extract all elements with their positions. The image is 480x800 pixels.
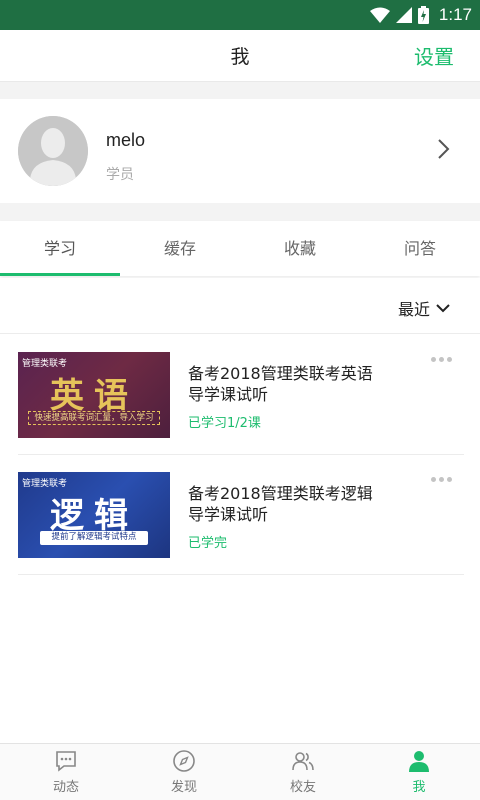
bottom-nav-label: 我 xyxy=(412,780,426,795)
tab-bar: 学习 缓存 收藏 问答 xyxy=(0,221,480,276)
sort-row: 最近 xyxy=(0,278,480,334)
chat-icon xyxy=(56,751,76,772)
settings-button[interactable]: 设置 xyxy=(414,41,454,70)
thumbnail-subtitle: 提前了解逻辑考试特点 xyxy=(40,531,148,545)
profile-role: 学员 xyxy=(106,167,134,183)
section-gap xyxy=(0,203,480,221)
course-progress: 已学完 xyxy=(188,536,228,551)
signal-icon xyxy=(395,7,412,23)
more-icon[interactable] xyxy=(431,357,452,362)
bottom-nav-label: 发现 xyxy=(170,780,197,795)
tab-indicator xyxy=(0,273,120,276)
chevron-down-icon xyxy=(436,303,450,312)
bottom-nav-alumni[interactable]: 校友 xyxy=(243,744,363,800)
thumbnail-title: 英语 xyxy=(50,376,138,416)
bottom-nav-feed[interactable]: 动态 xyxy=(6,744,126,800)
wifi-icon xyxy=(369,7,390,23)
tab-cache[interactable]: 缓存 xyxy=(120,221,240,276)
bottom-nav-discover[interactable]: 发现 xyxy=(124,744,244,800)
friends-icon xyxy=(292,752,314,771)
tab-qa[interactable]: 问答 xyxy=(360,221,480,276)
avatar[interactable] xyxy=(18,116,88,186)
chevron-right-icon xyxy=(438,139,450,159)
bottom-nav-label: 动态 xyxy=(52,780,79,795)
course-title[interactable]: 备考2018管理类联考英语导学课试听 xyxy=(188,363,388,405)
sort-dropdown[interactable]: 最近 xyxy=(398,296,450,320)
course-thumbnail[interactable]: 管理类联考 逻辑 提前了解逻辑考试特点 xyxy=(18,472,170,558)
compass-icon xyxy=(173,750,195,772)
bottom-nav: 动态 发现 校友 我 xyxy=(0,743,480,800)
bottom-nav-me[interactable]: 我 xyxy=(359,744,479,800)
sort-label: 最近 xyxy=(397,300,430,319)
course-progress: 已学习1/2课 xyxy=(188,416,261,431)
bottom-nav-label: 校友 xyxy=(289,780,316,795)
person-icon xyxy=(409,751,429,772)
battery-icon xyxy=(417,6,429,24)
course-title[interactable]: 备考2018管理类联考逻辑导学课试听 xyxy=(188,483,388,525)
profile-name: melo xyxy=(106,130,146,150)
tab-favorites[interactable]: 收藏 xyxy=(240,221,360,276)
nav-bar: 我 设置 xyxy=(0,30,480,82)
default-avatar-icon xyxy=(18,116,88,186)
thumbnail-title: 逻辑 xyxy=(50,496,138,536)
section-gap xyxy=(0,82,480,99)
status-time: 1:17 xyxy=(438,5,472,24)
status-icons: 1:17 xyxy=(369,4,472,26)
course-item[interactable]: 管理类联考 逻辑 提前了解逻辑考试特点 备考2018管理类联考逻辑导学课试听 已… xyxy=(18,455,464,575)
tab-study[interactable]: 学习 xyxy=(0,221,120,276)
status-bar: 1:17 xyxy=(0,0,480,30)
thumbnail-subtitle: 快速提高联考词汇量，导入学习 xyxy=(28,411,160,425)
profile-card[interactable]: melo 学员 xyxy=(0,99,480,203)
page-title: 我 xyxy=(230,46,250,68)
more-icon[interactable] xyxy=(431,477,452,482)
course-item[interactable]: 管理类联考 英语 快速提高联考词汇量，导入学习 备考2018管理类联考英语导学课… xyxy=(18,335,464,455)
course-thumbnail[interactable]: 管理类联考 英语 快速提高联考词汇量，导入学习 xyxy=(18,352,170,438)
